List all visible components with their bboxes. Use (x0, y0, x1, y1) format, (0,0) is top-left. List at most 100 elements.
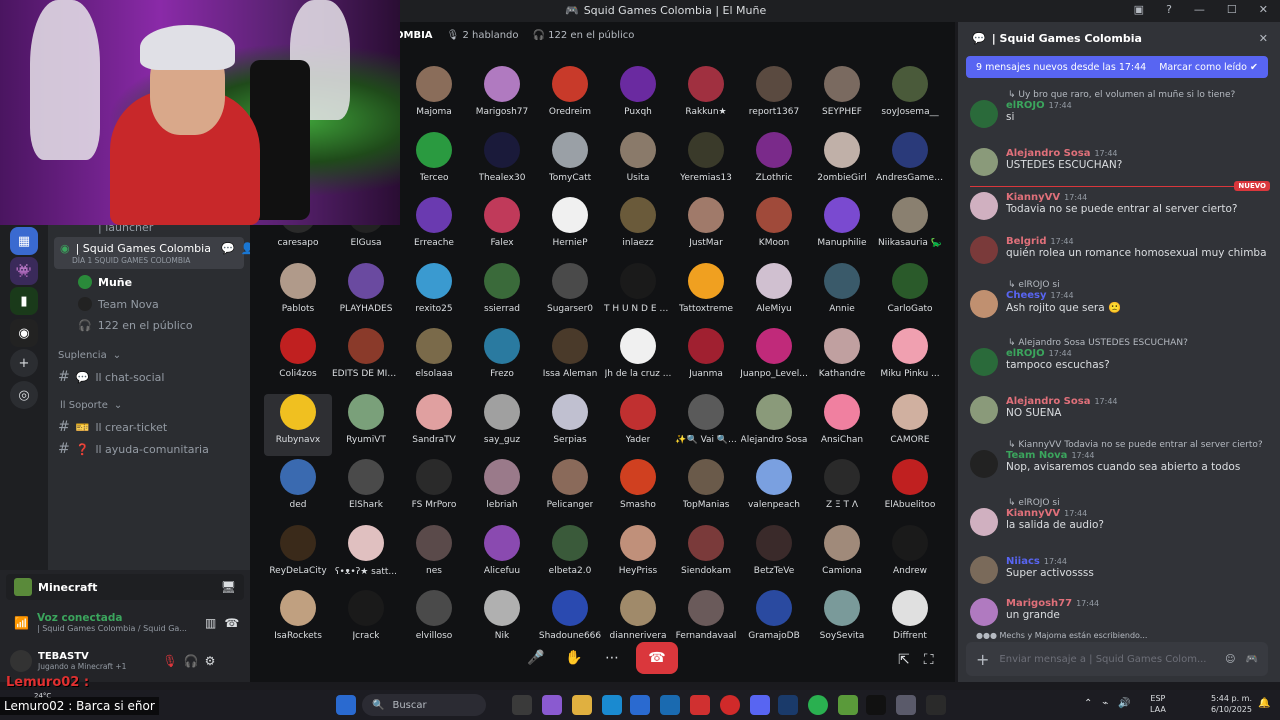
participant-tile[interactable]: BetzTeVe (740, 524, 808, 587)
participant-tile[interactable]: CarloGato (876, 262, 944, 325)
add-server-icon[interactable]: + (10, 349, 38, 377)
chat-message[interactable]: Alejandro Sosa 17:44 USTEDES ESCUCHAN? (970, 148, 1270, 176)
message-author[interactable]: Alejandro Sosa 17:44 (1006, 396, 1118, 407)
participant-tile[interactable]: ʕ•ᴥ•ʔ★ satt... (332, 524, 400, 587)
reply-reference[interactable]: ↳ elROJO si (1008, 280, 1270, 290)
participant-tile[interactable]: HeyPriss (604, 524, 672, 587)
participant-tile[interactable]: TopManias (672, 459, 740, 521)
discord-taskbar-icon[interactable] (750, 695, 770, 715)
participant-tile[interactable]: elsolaaa (400, 328, 468, 390)
participant-tile[interactable]: Serpias (536, 393, 604, 456)
participant-tile[interactable]: Smasho (604, 459, 672, 521)
store-icon[interactable] (630, 695, 650, 715)
task-view-icon[interactable] (512, 695, 532, 715)
participant-tile[interactable]: Issa Aleman (536, 328, 604, 390)
participant-tile[interactable]: say_guz (468, 393, 536, 456)
volume-icon[interactable]: 🔊 (1118, 698, 1130, 709)
participant-tile[interactable]: Annie (808, 262, 876, 325)
taskbar-search[interactable]: 🔍 Buscar (362, 694, 486, 716)
chat-message[interactable]: Belgrid 17:44 quién rolea un romance homos… (970, 236, 1270, 264)
participant-tile[interactable]: Pelicanger (536, 459, 604, 521)
mic-muted-icon[interactable]: 🎙 (162, 654, 177, 668)
activity-card[interactable]: Minecraft 🖥 (6, 574, 244, 600)
participant-tile[interactable]: HernieP (536, 197, 604, 259)
participant-tile[interactable]: Oredreim (536, 66, 604, 128)
participant-tile[interactable]: Andrew (876, 524, 944, 587)
file-explorer-icon[interactable] (572, 695, 592, 715)
message-author[interactable]: Marigosh77 17:44 (1006, 598, 1099, 609)
avatar[interactable] (970, 396, 998, 424)
minimize-button[interactable]: — (1194, 3, 1205, 16)
participant-tile[interactable]: Diffrent (876, 590, 944, 652)
popout-icon[interactable]: ⇱ (898, 652, 910, 668)
participant-tile[interactable]: Frezo (468, 328, 536, 390)
server-icon[interactable]: 👾 (10, 257, 38, 285)
clock[interactable]: 5:44 p. m. 6/10/2025 (1180, 693, 1252, 715)
channel-squid-games-stage[interactable]: ◉ | Squid Games Colombia 💬 👤 DÍA 1 SQUID… (54, 237, 254, 269)
emoji-icon[interactable]: ☺ (1225, 654, 1235, 665)
outlook-icon[interactable] (660, 695, 680, 715)
participant-tile[interactable]: ZLothric (740, 131, 808, 194)
close-button[interactable]: ✕ (1259, 3, 1268, 16)
channel-ayuda-comunitaria[interactable]: # ❓ ll ayuda-comunitaria (58, 441, 209, 457)
steam-icon[interactable] (778, 695, 798, 715)
participant-tile[interactable]: ✨🔍 Vai 🔍... (672, 393, 740, 456)
participant-tile[interactable]: Falex (468, 197, 536, 259)
participant-tile[interactable]: Kathandre (808, 328, 876, 390)
participant-tile[interactable]: ElAbuelitoo (876, 459, 944, 521)
explore-icon[interactable]: ◎ (10, 381, 38, 409)
participant-tile[interactable]: FS MrPoro (400, 459, 468, 521)
participant-tile[interactable]: ssierrad (468, 262, 536, 325)
participant-tile[interactable]: Camiona (808, 524, 876, 587)
chat-message[interactable]: Marigosh77 17:44 un grande (970, 598, 1270, 626)
message-author[interactable]: Niiacs 17:44 (1006, 556, 1094, 567)
participant-tile[interactable]: valenpeach (740, 459, 808, 521)
participant-tile[interactable]: RyumiVT (332, 393, 400, 456)
participant-tile[interactable]: SandraTV (400, 393, 468, 456)
add-attachment-icon[interactable]: + (976, 650, 989, 669)
participant-tile[interactable]: Alejandro Sosa (740, 393, 808, 456)
participant-tile[interactable]: Coli4zos (264, 328, 332, 390)
participant-tile[interactable]: T H U N D E R... (604, 262, 672, 325)
network-icon[interactable]: ⌁ (1102, 698, 1108, 709)
message-author[interactable]: elROJO 17:44 (1006, 100, 1072, 111)
participant-tile[interactable]: Miku Pinku ... (876, 328, 944, 390)
message-author[interactable]: Team Nova 17:44 (1006, 450, 1240, 461)
message-input[interactable]: + Enviar mensaje a | Squid Games Colom..… (966, 642, 1268, 676)
participant-tile[interactable]: Yeremias13 (672, 131, 740, 194)
screen-share-icon[interactable]: 🖥 (221, 580, 236, 594)
participant-tile[interactable]: Juanma (672, 328, 740, 390)
headphones-icon[interactable]: 🎧 (184, 654, 199, 668)
avatar[interactable] (970, 192, 998, 220)
avatar[interactable] (970, 508, 998, 536)
language-indicator[interactable]: ESP LAA (1150, 693, 1166, 715)
message-author[interactable]: elROJO 17:44 (1006, 348, 1110, 359)
avatar[interactable] (970, 100, 998, 128)
chat-message[interactable]: ↳ Uy bro que raro, el volumen al muñe si… (970, 90, 1270, 128)
gamepad-icon[interactable]: 🎮 (1246, 654, 1258, 665)
participant-tile[interactable]: Alicefuu (468, 524, 536, 587)
participant-tile[interactable]: IsaRockets (264, 590, 332, 652)
participant-tile[interactable]: Majoma (400, 66, 468, 128)
participant-tile[interactable]: Erreache (400, 197, 468, 259)
chat-message[interactable]: Niiacs 17:44 Super activossss (970, 556, 1270, 584)
participant-tile[interactable]: EDITS DE MIE... (332, 328, 400, 390)
chat-message[interactable]: Alejandro Sosa 17:44 NO SUENA (970, 396, 1270, 424)
minecraft-taskbar-icon[interactable] (838, 695, 858, 715)
participant-tile[interactable]: AleMiyu (740, 262, 808, 325)
soundboard-icon[interactable]: ▥ (205, 616, 216, 630)
fullscreen-icon[interactable]: ⛶ (924, 652, 934, 668)
chevron-up-icon[interactable]: ⌃ (1084, 698, 1092, 709)
mic-off-button[interactable]: 🎤 (522, 644, 550, 672)
tiktok-icon[interactable] (866, 695, 886, 715)
category-soporte[interactable]: ll Soporte ⌄ (60, 400, 122, 411)
participant-tile[interactable]: Puxqh (604, 66, 672, 128)
public-count[interactable]: 🎧 122 en el público (78, 319, 193, 332)
avatar[interactable] (970, 348, 998, 376)
participant-tile[interactable]: elvilloso (400, 590, 468, 652)
participant-tile[interactable]: Pablots (264, 262, 332, 325)
channel-chat-social[interactable]: # 💬 ll chat-social (58, 369, 164, 385)
participant-tile[interactable]: nes (400, 524, 468, 587)
obs-icon[interactable] (926, 695, 946, 715)
participant-tile[interactable]: JustMar (672, 197, 740, 259)
